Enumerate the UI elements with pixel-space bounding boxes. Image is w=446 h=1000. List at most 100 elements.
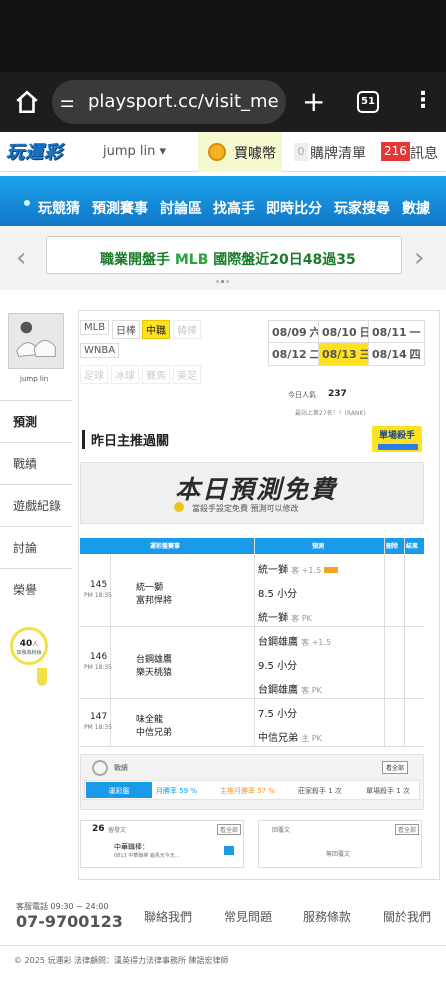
date-0810[interactable]: 08/10 日 — [318, 320, 375, 344]
pick-team: 統一獅 — [258, 613, 288, 624]
pick-team: 中信兄弟 — [258, 733, 298, 744]
pick-note: 客 +1.5 — [291, 566, 322, 575]
record-tab-sport[interactable]: 運彩盤 — [86, 782, 152, 798]
nav-item-livescore[interactable]: 即時比分 — [266, 198, 322, 218]
date-label: 08/09 — [272, 326, 307, 339]
site-logo[interactable]: 玩運彩 — [6, 138, 76, 166]
user-menu[interactable]: jump lin ▾ — [103, 144, 166, 159]
date-0814[interactable]: 08/14 四 — [368, 342, 425, 366]
category-horse[interactable]: 賽馬 — [142, 365, 170, 384]
posts-view-all[interactable]: 看全部 — [217, 824, 242, 835]
date-label: 08/12 — [272, 348, 307, 361]
carousel-dot[interactable] — [226, 280, 229, 283]
profile-name: jump lin — [20, 375, 49, 383]
record-main-rate: 主推月勝率 57 % — [220, 787, 276, 795]
sidebar-item-predict[interactable]: 預測 — [0, 400, 72, 438]
footer-about-link[interactable]: 關於我們 — [383, 908, 431, 925]
table-row — [80, 627, 424, 699]
banner-text[interactable]: 職業開盤手 MLB 國際盤近20日48過35 — [100, 249, 356, 269]
category-nfl[interactable]: 美足 — [173, 365, 201, 384]
replies-view-all[interactable]: 看全部 — [395, 824, 420, 835]
col-delete: 刪除 — [386, 543, 399, 550]
menu-icon[interactable]: ⋮ — [412, 88, 434, 113]
replies-title: 回覆文 — [272, 827, 291, 834]
record-month-rate: 月勝率 59 % — [156, 787, 198, 795]
footer-contact-link[interactable]: 聯絡我們 — [144, 908, 192, 925]
nav-item-forum[interactable]: 討論區 — [160, 198, 202, 218]
chevron-right-icon[interactable]: › — [414, 243, 424, 273]
weekday-label: 一 — [409, 326, 421, 339]
free-predict-title: 本日預測免費 — [175, 475, 338, 504]
buy-list-link[interactable]: 購牌清單 — [310, 143, 366, 163]
nav-item-guess[interactable]: 玩競猜 — [38, 198, 80, 218]
buy-coin-label[interactable]: 買噱幣 — [234, 143, 276, 163]
category-kbo[interactable]: 韓棒 — [173, 320, 201, 339]
sidebar-item-record[interactable]: 戰績 — [0, 442, 72, 480]
pick-item[interactable]: 統一獅 客 PK — [258, 609, 312, 624]
game-time: PM 18:35 — [84, 724, 112, 731]
copyright: © 2025 玩運彩 法律顧問：漢英得力法律事務所 陳語宏律師 — [14, 956, 229, 965]
messages-link[interactable]: 訊息 — [410, 143, 438, 163]
pick-note: 客 +1.5 — [301, 638, 332, 647]
fans-unit: 人 — [32, 641, 39, 648]
pick-item[interactable]: 7.5 小分 — [258, 705, 297, 720]
new-tab-icon[interactable]: + — [302, 85, 325, 118]
tab-count-button[interactable]: 51 — [357, 91, 379, 113]
date-0811[interactable]: 08/11 一 — [368, 320, 425, 344]
record-icon — [92, 760, 108, 776]
pick-item[interactable]: 8.5 小分 — [258, 585, 297, 600]
sidebar-item-honor[interactable]: 榮譽 — [0, 568, 72, 606]
divider — [254, 538, 255, 747]
post-subtitle[interactable]: 0813 中華職棒 龜馬天今天... — [114, 852, 180, 859]
post-tag-icon — [224, 846, 234, 855]
category-npb[interactable]: 日棒 — [112, 320, 140, 339]
nav-dot-icon — [24, 200, 30, 206]
date-0812[interactable]: 08/12 二 — [268, 342, 325, 366]
carousel-dot[interactable] — [216, 280, 219, 283]
carousel-dot-active[interactable] — [221, 280, 224, 283]
date-0809[interactable]: 08/09 六 — [268, 320, 325, 344]
date-label: 08/14 — [372, 348, 407, 361]
status-bar — [0, 0, 446, 72]
game-time: PM 18:35 — [84, 592, 112, 599]
footer-faq-link[interactable]: 常見問題 — [224, 908, 272, 925]
sidebar-item-game-history[interactable]: 遊戲紀錄 — [0, 484, 72, 522]
url-text[interactable]: playsport.cc/visit_memb — [88, 91, 278, 112]
popularity-value: 237 — [328, 389, 347, 399]
pick-note: 主 PK — [301, 734, 322, 743]
nav-item-experts[interactable]: 找高手 — [213, 198, 255, 218]
record-view-all-button[interactable]: 看全部 — [382, 761, 409, 774]
date-0813[interactable]: 08/13 三 — [318, 342, 375, 366]
pick-item[interactable]: 9.5 小分 — [258, 657, 297, 672]
pick-item[interactable]: 中信兄弟 主 PK — [258, 729, 322, 744]
category-soccer[interactable]: 足球 — [80, 365, 108, 384]
nav-item-search[interactable]: 玩家搜尋 — [334, 198, 390, 218]
category-mlb[interactable]: MLB — [80, 320, 110, 335]
chevron-left-icon[interactable]: ‹ — [16, 243, 26, 273]
record-single-killer: 單場殺手 1 次 — [366, 787, 410, 795]
home-team: 中信兄弟 — [136, 728, 173, 738]
away-team: 統一獅 — [136, 583, 164, 593]
site-settings-icon[interactable]: ⚌ — [60, 92, 74, 111]
fans-badge[interactable]: 40人 — [10, 627, 48, 665]
support-phone[interactable]: 07-9700123 — [16, 912, 123, 931]
category-cpbl[interactable]: 中職 — [142, 320, 170, 339]
pick-item[interactable]: 統一獅 客 +1.5 — [258, 561, 339, 576]
pick-item[interactable]: 台鋼雄鷹 客 +1.5 — [258, 633, 331, 648]
pick-team: 統一獅 — [258, 565, 288, 576]
footer-terms-link[interactable]: 服務條款 — [303, 908, 351, 925]
category-hockey[interactable]: 冰球 — [111, 365, 139, 384]
category-wnba[interactable]: WNBA — [80, 343, 120, 358]
pick-item[interactable]: 台鋼雄鷹 客 PK — [258, 681, 322, 696]
weekday-label: 四 — [409, 348, 421, 361]
home-icon[interactable] — [14, 89, 40, 115]
away-team: 味全龍 — [136, 715, 164, 725]
nav-item-data[interactable]: 數據 — [402, 198, 430, 218]
sidebar-item-discussion[interactable]: 討論 — [0, 526, 72, 564]
post-title[interactable]: 中華職棒： — [114, 842, 149, 852]
bulb-icon — [37, 668, 47, 686]
nav-item-predict[interactable]: 預測賽事 — [92, 198, 148, 218]
fans-count: 40 — [19, 639, 33, 649]
rank-text: 最站上第27名！！(RANK) — [295, 410, 366, 417]
avatar — [8, 313, 64, 369]
